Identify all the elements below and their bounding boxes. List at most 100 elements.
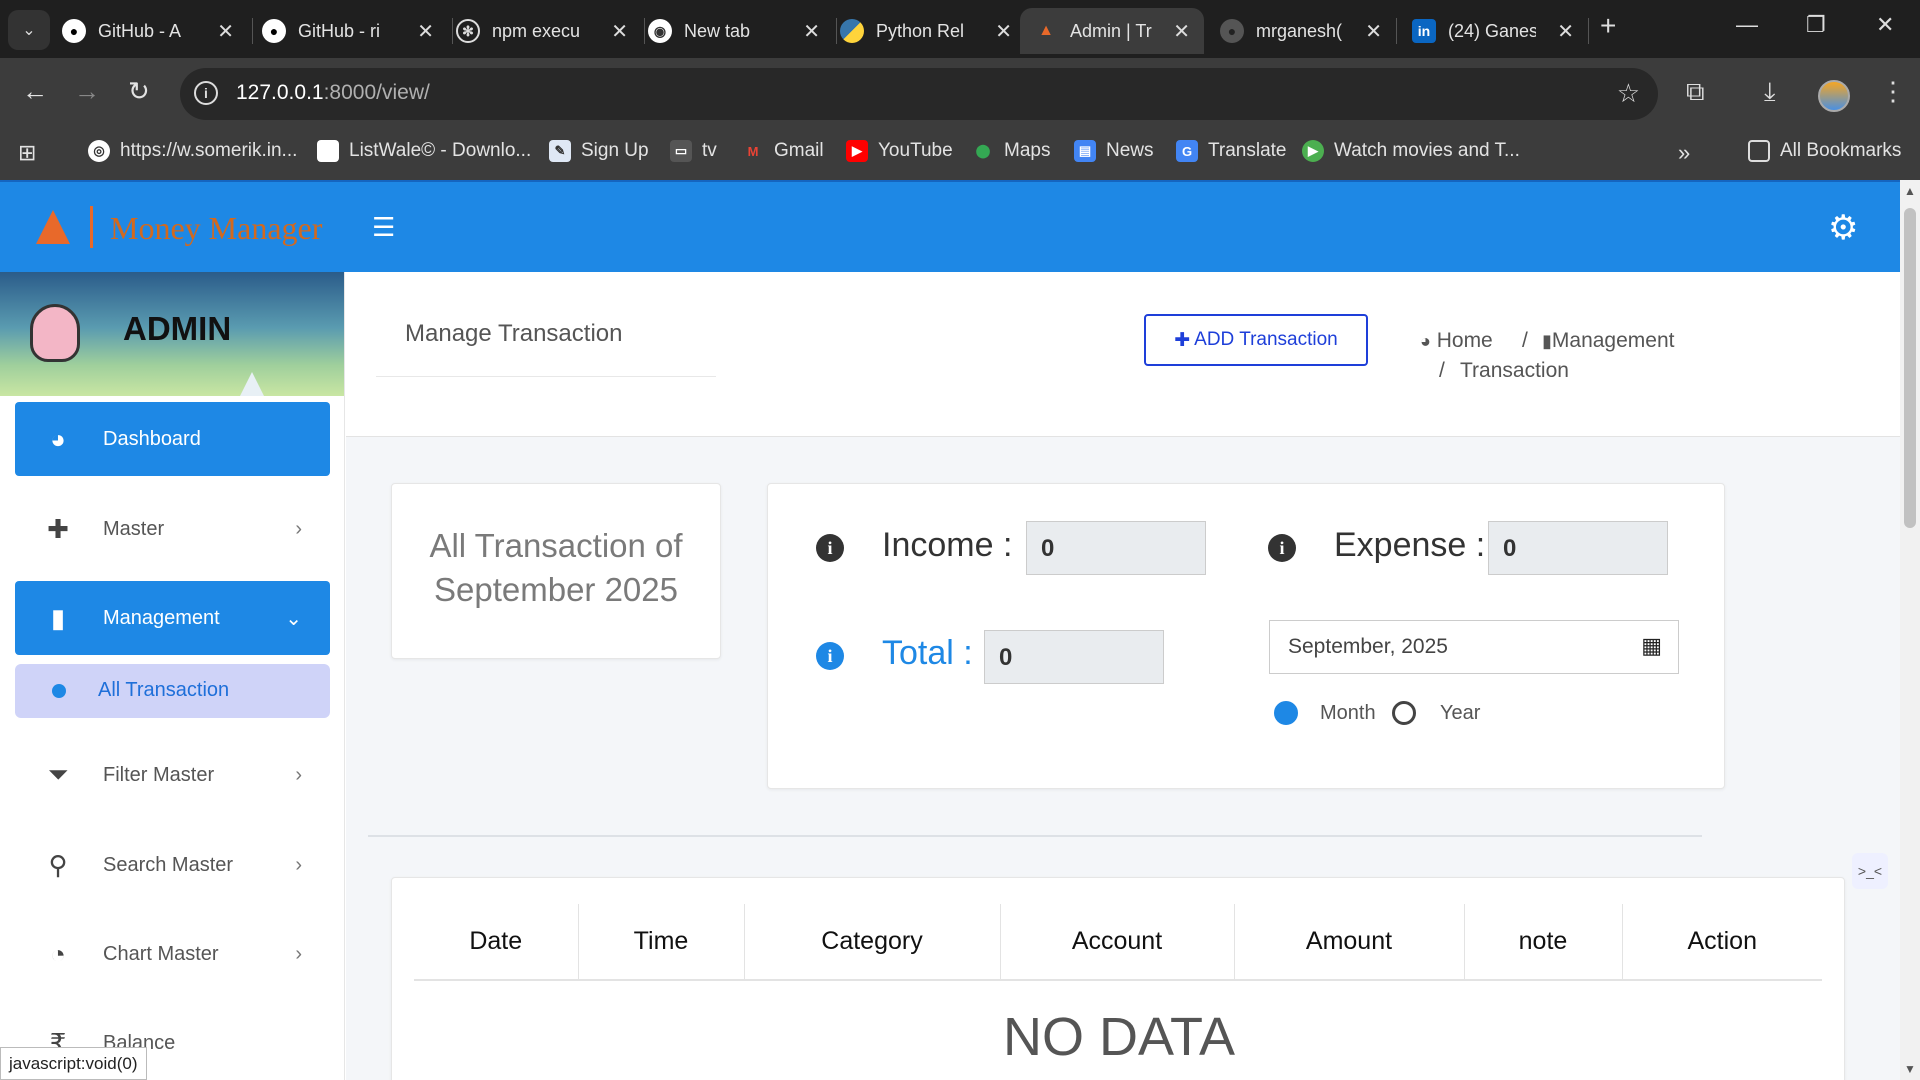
close-tab-icon[interactable]: ✕ (1365, 19, 1382, 44)
page-scrollbar[interactable]: ▲ ▼ (1900, 180, 1920, 1080)
minimize-icon[interactable]: — (1736, 12, 1758, 38)
radio-month[interactable] (1274, 701, 1298, 725)
extensions-icon[interactable]: ⧉ (1686, 76, 1705, 108)
total-label: Total : (882, 634, 973, 672)
download-icon[interactable]: ⤓ (1764, 76, 1776, 108)
bookmark-label: Gmail (774, 140, 824, 161)
app-header: Money Manager ☰ ⚙ (0, 180, 1900, 272)
site-info-icon[interactable]: i (194, 81, 218, 105)
bookmark-item[interactable]: G Translate (1176, 140, 1287, 162)
bookmark-item[interactable]: ▶ Watch movies and T... (1302, 140, 1520, 162)
browser-tab[interactable]: in (24) Ganes ✕ (1412, 8, 1588, 54)
browser-tab[interactable]: ● GitHub - ri ✕ (262, 8, 448, 54)
sidebar-subitem-all-transaction[interactable]: All Transaction (15, 664, 330, 718)
browser-tab[interactable]: ◉ New tab ✕ (648, 8, 834, 54)
sidebar-item-management[interactable]: ▮ Management ⌄ (15, 581, 330, 655)
breadcrumb-home[interactable]: ◕ Home (1420, 329, 1493, 353)
total-field[interactable]: 0 (984, 630, 1164, 684)
sidebar-item-filter-master[interactable]: ⏷ Filter Master › (15, 738, 330, 812)
sidebar-item-search-master[interactable]: ⚲ Search Master › (15, 828, 330, 902)
new-tab-icon[interactable]: + (1600, 10, 1616, 42)
column-header-time[interactable]: Time (578, 904, 745, 981)
sidebar-item-chart-master[interactable]: ◔ Chart Master › (15, 917, 330, 991)
browser-tab[interactable]: ● GitHub - A ✕ (62, 8, 248, 54)
app-logo-text[interactable]: Money Manager (110, 210, 322, 247)
income-field[interactable]: 0 (1026, 521, 1206, 575)
browser-toolbar: ← → ↻ i 127.0.0.1:8000/view/ ☆ ⧉ ⤓ ⋮ (0, 58, 1920, 130)
column-header-note[interactable]: note (1464, 904, 1623, 981)
column-header-category[interactable]: Category (744, 904, 1001, 981)
app-favicon-icon: ▲ (1038, 22, 1054, 39)
breadcrumb-management[interactable]: ▮Management (1542, 329, 1674, 353)
bookmark-item[interactable]: M Gmail (742, 140, 824, 162)
menu-kebab-icon[interactable]: ⋮ (1880, 76, 1906, 107)
reload-icon[interactable]: ↻ (128, 76, 150, 107)
bookmark-item[interactable]: ◎ https://w.somerik.in... (88, 140, 297, 162)
bookmark-item[interactable]: ✎ Sign Up (549, 140, 649, 162)
back-icon[interactable]: ← (22, 76, 48, 107)
bookmark-label: Sign Up (581, 140, 649, 161)
chevron-right-icon: › (295, 853, 302, 876)
column-header-account[interactable]: Account (1000, 904, 1235, 981)
more-bookmarks-icon[interactable]: » (1678, 140, 1690, 166)
browser-tab[interactable]: ✻ npm execu ✕ (456, 8, 642, 54)
scroll-up-arrow-icon[interactable]: ▲ (1904, 184, 1916, 198)
settings-gear-icon[interactable]: ⚙ (1828, 208, 1858, 248)
bookmark-item[interactable]: ▤ News (1074, 140, 1154, 162)
column-header-amount[interactable]: Amount (1234, 904, 1465, 981)
bookmark-item[interactable]: ▭ tv (670, 140, 717, 162)
forward-icon[interactable]: → (74, 76, 100, 107)
browser-tab[interactable]: ● mrganesh( ✕ (1220, 8, 1396, 54)
close-tab-icon[interactable]: ✕ (417, 19, 434, 44)
close-tab-icon[interactable]: ✕ (995, 19, 1012, 44)
browser-tab[interactable]: Python Rel ✕ (840, 8, 1026, 54)
bookmark-item[interactable]: ListWale© - Downlo... (317, 140, 531, 162)
close-tab-icon[interactable]: ✕ (1557, 19, 1574, 44)
main-content: Manage Transaction ✚ ADD Transaction ◕ H… (346, 272, 1900, 1080)
profile-avatar[interactable] (1818, 80, 1850, 112)
column-header-date[interactable]: Date (414, 904, 579, 981)
bookmark-label: tv (702, 140, 717, 161)
column-header-action[interactable]: Action (1622, 904, 1822, 981)
tab-title: (24) Ganes (1448, 20, 1536, 41)
bookmark-star-icon[interactable]: ☆ (1617, 78, 1640, 109)
sidebar-item-master[interactable]: ✚ Master › (15, 492, 330, 566)
address-bar[interactable]: i 127.0.0.1:8000/view/ ☆ (180, 68, 1658, 120)
calendar-icon[interactable]: ▦ (1641, 633, 1662, 659)
close-tab-icon[interactable]: ✕ (1173, 19, 1190, 44)
add-transaction-button[interactable]: ✚ ADD Transaction (1144, 314, 1368, 366)
url-text[interactable]: 127.0.0.1:8000/view/ (236, 81, 430, 105)
url-host: 127.0.0.1 (236, 81, 324, 104)
scroll-down-arrow-icon[interactable]: ▼ (1904, 1062, 1916, 1076)
tab-search-button[interactable]: ⌄ (8, 10, 50, 50)
transaction-table: Date Time Category Account Amount note A… (414, 904, 1822, 981)
browser-tab-active[interactable]: ▲ Admin | Tr ✕ (1020, 8, 1204, 54)
decorative-mountain (240, 372, 264, 396)
dashboard-icon: ◕ (1420, 331, 1431, 351)
folder-icon (1748, 140, 1770, 162)
radio-year[interactable] (1392, 701, 1416, 725)
sidebar-item-dashboard[interactable]: ◕ Dashboard (15, 402, 330, 476)
maps-pin-icon: ⬤ (975, 143, 991, 158)
bookmark-item[interactable]: ▶ YouTube (846, 140, 953, 162)
close-tab-icon[interactable]: ✕ (217, 19, 234, 44)
hamburger-menu-icon[interactable]: ☰ (372, 212, 395, 243)
restore-icon[interactable]: ❐ (1806, 12, 1826, 38)
income-label: Income : (882, 526, 1013, 564)
breadcrumb-separator: / (1439, 359, 1445, 382)
floating-widget-icon[interactable]: >_< (1852, 853, 1888, 889)
chevron-down-icon: ⌄ (285, 607, 302, 630)
month-picker-input[interactable]: September, 2025 ▦ (1269, 620, 1679, 674)
close-tab-icon[interactable]: ✕ (803, 19, 820, 44)
apps-grid-icon[interactable]: ⊞ (18, 140, 36, 166)
translate-icon: G (1176, 140, 1198, 162)
expense-field[interactable]: 0 (1488, 521, 1668, 575)
gmail-icon: M (747, 143, 759, 159)
all-bookmarks-button[interactable]: All Bookmarks (1748, 140, 1901, 162)
logo-cone-icon (36, 210, 70, 244)
scrollbar-thumb[interactable] (1904, 208, 1916, 528)
bookmark-label: News (1106, 140, 1154, 161)
bookmark-item[interactable]: ⬤ Maps (972, 140, 1051, 162)
window-close-icon[interactable]: ✕ (1876, 12, 1894, 38)
close-tab-icon[interactable]: ✕ (611, 19, 628, 44)
